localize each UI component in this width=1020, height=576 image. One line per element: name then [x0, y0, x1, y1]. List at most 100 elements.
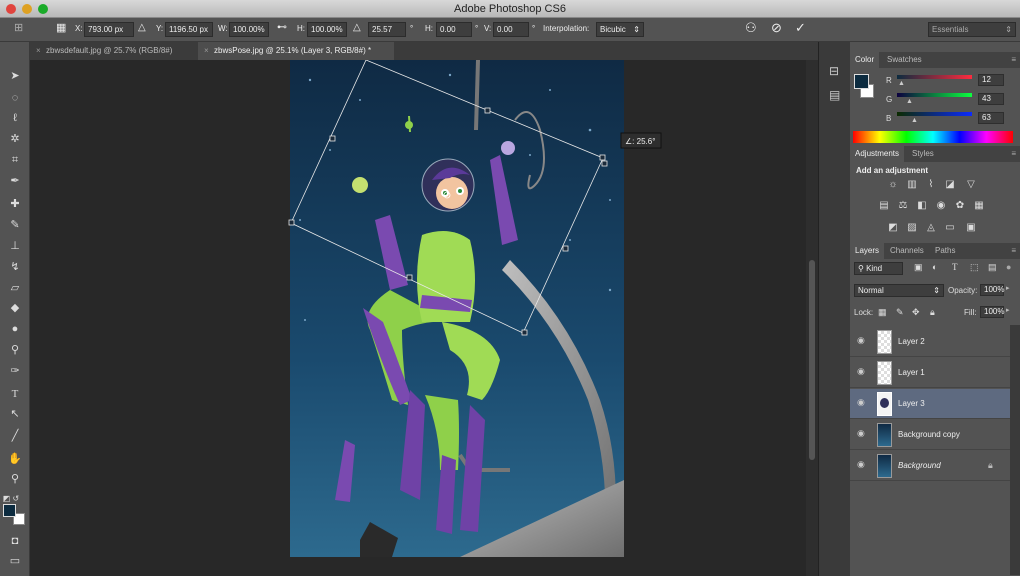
- visibility-eye-icon[interactable]: ◉: [857, 459, 865, 470]
- history-brush-tool-icon[interactable]: ↯: [6, 259, 24, 275]
- posterize-icon[interactable]: ▨: [906, 222, 918, 234]
- tab-styles[interactable]: Styles: [907, 146, 939, 162]
- layer-row-layer-2[interactable]: ◉ Layer 2: [850, 327, 1010, 357]
- commit-transform-icon[interactable]: ✓: [795, 20, 806, 36]
- filter-type-icon[interactable]: T: [952, 262, 958, 272]
- g-slider[interactable]: [897, 93, 972, 97]
- scroll-thumb[interactable]: [809, 260, 815, 460]
- black-white-icon[interactable]: ◧: [916, 200, 928, 212]
- r-slider-thumb[interactable]: ▲: [898, 80, 905, 87]
- foreground-color-swatch[interactable]: [3, 504, 16, 517]
- tab-adjustments[interactable]: Adjustments: [850, 146, 905, 162]
- lock-transparency-icon[interactable]: ▦: [878, 307, 887, 318]
- lock-pixels-icon[interactable]: ✎: [896, 307, 904, 318]
- tab-layers[interactable]: Layers: [850, 243, 885, 259]
- path-select-tool-icon[interactable]: ↖: [6, 406, 24, 422]
- color-lookup-icon[interactable]: ▦: [973, 200, 985, 212]
- line-tool-icon[interactable]: ╱: [6, 428, 24, 444]
- layer-row-layer-1[interactable]: ◉ Layer 1: [850, 358, 1010, 388]
- lasso-tool-icon[interactable]: ℓ: [6, 110, 24, 126]
- tab-channels[interactable]: Channels: [885, 243, 929, 259]
- exposure-icon[interactable]: ◪: [944, 179, 956, 191]
- g-field[interactable]: 43: [978, 93, 1004, 105]
- healing-brush-tool-icon[interactable]: ✚: [6, 196, 24, 212]
- threshold-icon[interactable]: ◬: [925, 222, 937, 234]
- visibility-eye-icon[interactable]: ◉: [857, 335, 865, 346]
- r-slider[interactable]: [897, 75, 972, 79]
- close-tab-icon[interactable]: ×: [204, 42, 209, 60]
- panel-menu-icon[interactable]: ≡: [1011, 149, 1016, 158]
- tab-paths[interactable]: Paths: [930, 243, 960, 259]
- b-slider[interactable]: [897, 112, 972, 116]
- reference-point-icon[interactable]: ▦: [56, 21, 66, 34]
- w-field[interactable]: 100.00%: [229, 22, 269, 37]
- pen-tool-icon[interactable]: ✑: [6, 363, 24, 379]
- layers-scrollbar[interactable]: [1010, 325, 1020, 575]
- layer-row-layer-3[interactable]: ◉ Layer 3: [850, 389, 1010, 419]
- b-field[interactable]: 63: [978, 112, 1004, 124]
- visibility-eye-icon[interactable]: ◉: [857, 366, 865, 377]
- lock-position-icon[interactable]: ✥: [912, 307, 920, 318]
- link-icon[interactable]: ⊷: [277, 22, 287, 33]
- invert-icon[interactable]: ◩: [887, 222, 899, 234]
- x-field[interactable]: 793.00 px: [84, 22, 134, 37]
- warp-mode-icon[interactable]: ⚇: [745, 20, 757, 36]
- zoom-tool-icon[interactable]: ⚲: [6, 471, 24, 487]
- layer-row-background[interactable]: ◉ Background 🔒︎: [850, 451, 1010, 481]
- workspace-select[interactable]: Essentials ⇕: [928, 22, 1016, 37]
- photo-filter-icon[interactable]: ◉: [935, 200, 947, 212]
- filter-pixel-icon[interactable]: ▣: [914, 262, 923, 273]
- hue-saturation-icon[interactable]: ▤: [878, 200, 890, 212]
- y-field[interactable]: 1196.50 px: [165, 22, 213, 37]
- curves-icon[interactable]: ⌇: [925, 179, 937, 191]
- b-slider-thumb[interactable]: ▲: [911, 117, 918, 124]
- layer-row-background-copy[interactable]: ◉ Background copy: [850, 420, 1010, 450]
- rotate-field[interactable]: 25.57: [368, 22, 406, 37]
- tab-color[interactable]: Color: [850, 52, 880, 68]
- filter-toggle-icon[interactable]: ●: [1006, 262, 1011, 272]
- tab-zbwsdefault[interactable]: × zbwsdefault.jpg @ 25.7% (RGB/8#): [30, 42, 196, 60]
- paint-bucket-tool-icon[interactable]: ◆: [6, 300, 24, 316]
- delta-icon[interactable]: △: [138, 22, 146, 33]
- vibrance-icon[interactable]: ▽: [965, 179, 977, 191]
- cancel-transform-icon[interactable]: ⊘: [771, 20, 782, 36]
- type-tool-icon[interactable]: T: [6, 386, 24, 402]
- panel-menu-icon[interactable]: ≡: [1011, 246, 1016, 255]
- fill-field[interactable]: 100%: [980, 306, 1004, 318]
- hskew-field[interactable]: 0.00: [436, 22, 472, 37]
- visibility-eye-icon[interactable]: ◉: [857, 428, 865, 439]
- gradient-map-icon[interactable]: ▭: [944, 222, 956, 234]
- blend-mode-select[interactable]: Normal ⇕: [854, 284, 944, 297]
- marquee-tool-icon[interactable]: ◌: [6, 90, 24, 106]
- tab-swatches[interactable]: Swatches: [882, 52, 927, 68]
- vertical-scrollbar[interactable]: [806, 60, 818, 576]
- fill-dropdown-icon[interactable]: ▸: [1006, 306, 1010, 314]
- properties-panel-icon[interactable]: ▤: [829, 88, 840, 102]
- selective-color-icon[interactable]: ▣: [965, 222, 977, 234]
- brightness-contrast-icon[interactable]: ☼: [887, 179, 899, 191]
- channel-mixer-icon[interactable]: ✿: [954, 200, 966, 212]
- quick-select-tool-icon[interactable]: ✲: [6, 131, 24, 147]
- vskew-field[interactable]: 0.00: [493, 22, 529, 37]
- move-tool-icon[interactable]: ➤: [6, 68, 24, 84]
- dodge-tool-icon[interactable]: ⚲: [6, 342, 24, 358]
- eyedropper-tool-icon[interactable]: ✒: [6, 173, 24, 189]
- h-field[interactable]: 100.00%: [307, 22, 347, 37]
- blur-tool-icon[interactable]: ●: [6, 321, 24, 337]
- opacity-dropdown-icon[interactable]: ▸: [1006, 284, 1010, 292]
- document-canvas[interactable]: ∠: 25.6°: [30, 60, 806, 576]
- tab-zbwspose[interactable]: × zbwsPose.jpg @ 25.1% (Layer 3, RGB/8#) …: [198, 42, 394, 60]
- filter-smart-object-icon[interactable]: ▤: [988, 262, 997, 273]
- layer-filter-select[interactable]: ⚲ Kind: [854, 262, 903, 275]
- canvas-area[interactable]: ∠: 25.6°: [30, 60, 806, 576]
- spectrum-ramp[interactable]: [853, 131, 1013, 143]
- hand-tool-icon[interactable]: ✋: [6, 451, 24, 467]
- clone-stamp-tool-icon[interactable]: ⊥: [6, 238, 24, 254]
- filter-adjustment-icon[interactable]: ◐: [932, 262, 937, 272]
- close-tab-icon[interactable]: ×: [36, 42, 41, 60]
- filter-shape-icon[interactable]: ⬚: [970, 262, 979, 273]
- transform-tool-icon[interactable]: ⊞: [14, 21, 23, 34]
- color-panel-fg-swatch[interactable]: [854, 74, 869, 89]
- brush-tool-icon[interactable]: ✎: [6, 217, 24, 233]
- crop-tool-icon[interactable]: ⌗: [6, 152, 24, 168]
